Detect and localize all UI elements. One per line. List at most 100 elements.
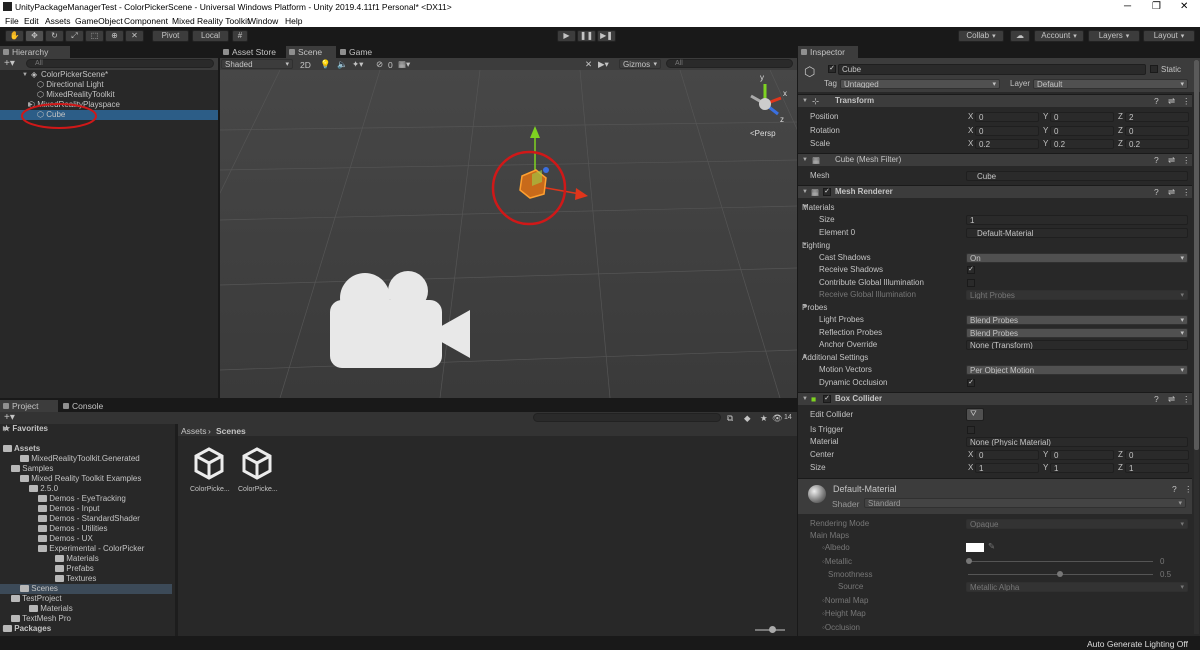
- tree-item[interactable]: ▼ Assets: [3, 444, 40, 454]
- help-icon[interactable]: ?: [1154, 394, 1159, 404]
- tree-item[interactable]: ▼ Mixed Reality Toolkit Examples: [20, 474, 141, 484]
- size-z[interactable]: 1: [1125, 463, 1189, 473]
- favorite-icon[interactable]: ★: [760, 413, 768, 424]
- light-probes-dropdown[interactable]: Blend Probes: [966, 315, 1188, 325]
- smoothness-thumb[interactable]: [1057, 571, 1063, 577]
- tree-item[interactable]: ▶ Packages: [3, 624, 51, 634]
- tab-console[interactable]: Console: [60, 400, 110, 412]
- tree-item[interactable]: ▶ TextMesh Pro: [11, 614, 71, 624]
- tab-project[interactable]: Project: [0, 400, 58, 412]
- help-icon[interactable]: ?: [1154, 96, 1159, 106]
- hierarchy-search-input[interactable]: All: [26, 59, 214, 68]
- metallic-value[interactable]: 0: [1160, 556, 1164, 567]
- project-search-input[interactable]: [533, 413, 721, 422]
- tree-favorites[interactable]: ▶ ★ Favorites: [3, 424, 48, 434]
- hierarchy-item[interactable]: ⬡ MixedRealityToolkit: [37, 90, 115, 100]
- scale-y[interactable]: 0.2: [1050, 139, 1114, 149]
- help-icon[interactable]: ?: [1154, 155, 1159, 165]
- tree-item[interactable]: ▶ Demos - Input: [38, 504, 99, 514]
- tab-game[interactable]: Game: [337, 46, 383, 58]
- cloud-button[interactable]: ☁: [1010, 30, 1030, 42]
- context-menu-icon[interactable]: ⋮: [1182, 96, 1191, 107]
- center-y[interactable]: 0: [1050, 450, 1114, 460]
- local-toggle[interactable]: Local: [192, 30, 229, 42]
- preset-icon[interactable]: ⇌: [1168, 187, 1175, 198]
- tree-item[interactable]: ▼ Experimental - ColorPicker: [38, 544, 144, 554]
- cast-shadows-dropdown[interactable]: On: [966, 253, 1188, 263]
- additional-settings-foldout[interactable]: ▼ Additional Settings: [802, 352, 868, 363]
- box-collider-enabled-checkbox[interactable]: ✓: [823, 395, 831, 403]
- tree-item[interactable]: Textures: [55, 574, 96, 584]
- active-checkbox[interactable]: ✓: [828, 65, 836, 73]
- step-button[interactable]: ▶❚: [597, 30, 616, 42]
- smoothness-value[interactable]: 0.5: [1160, 569, 1171, 580]
- audio-icon[interactable]: 🔈: [337, 59, 348, 70]
- rotate-tool-button[interactable]: ↻: [45, 30, 64, 42]
- grid-snap-button[interactable]: #: [232, 30, 248, 42]
- shader-dropdown[interactable]: Standard: [864, 498, 1186, 508]
- file-item[interactable]: ColorPicke...: [190, 446, 230, 496]
- element0-field[interactable]: Default-Material: [966, 228, 1188, 238]
- layout-dropdown[interactable]: Layout: [1143, 30, 1195, 42]
- preset-icon[interactable]: ⇌: [1168, 155, 1175, 166]
- minimize-icon[interactable]: ─: [1124, 1, 1131, 12]
- tree-item[interactable]: ▶ Demos - StandardShader: [38, 514, 140, 524]
- collab-dropdown[interactable]: Collab: [958, 30, 1004, 42]
- rect-tool-button[interactable]: ⬚: [85, 30, 104, 42]
- dynamic-occlusion-checkbox[interactable]: ✓: [967, 379, 975, 387]
- context-menu-icon[interactable]: ⋮: [1182, 394, 1191, 405]
- grid-icon[interactable]: ▦▾: [398, 59, 410, 70]
- tab-hierarchy[interactable]: Hierarchy: [0, 46, 70, 58]
- center-x[interactable]: 0: [975, 450, 1039, 460]
- gizmos-dropdown[interactable]: Gizmos: [619, 59, 661, 69]
- preset-icon[interactable]: ⇌: [1168, 96, 1175, 107]
- rotation-y[interactable]: 0: [1050, 126, 1114, 136]
- position-y[interactable]: 0: [1050, 112, 1114, 122]
- tree-item[interactable]: MixedRealityToolkit.Generated: [20, 454, 140, 464]
- center-z[interactable]: 0: [1125, 450, 1189, 460]
- scene-root[interactable]: ▼ ◈ ColorPickerScene*: [22, 70, 218, 80]
- create-icon[interactable]: +▾: [4, 412, 15, 423]
- tab-scene[interactable]: Scene: [286, 46, 336, 58]
- tree-item[interactable]: ▶ Demos - Utilities: [38, 524, 107, 534]
- menu-gameobject[interactable]: GameObject: [75, 16, 123, 26]
- mesh-field[interactable]: Cube: [966, 171, 1188, 181]
- splitter[interactable]: [175, 424, 178, 636]
- hidden-objects-icon[interactable]: ⊘: [376, 59, 383, 70]
- hand-tool-button[interactable]: ✋: [5, 30, 24, 42]
- rotation-z[interactable]: 0: [1125, 126, 1189, 136]
- tree-item[interactable]: ▼ 2.5.0: [29, 484, 58, 494]
- camera-icon[interactable]: ▶▾: [598, 59, 609, 70]
- tag-dropdown[interactable]: Untagged: [840, 79, 1000, 89]
- scene-viewport[interactable]: y x z <Persp: [220, 70, 797, 398]
- filter-label-icon[interactable]: ◆: [744, 413, 751, 424]
- mesh-renderer-enabled-checkbox[interactable]: ✓: [823, 188, 831, 196]
- status-text[interactable]: Auto Generate Lighting Off: [1087, 639, 1188, 649]
- size-x[interactable]: 1: [975, 463, 1039, 473]
- layer-dropdown[interactable]: Default: [1033, 79, 1188, 89]
- hidden-packages-icon[interactable]: 👁: [772, 413, 783, 424]
- help-icon[interactable]: ?: [1154, 187, 1159, 197]
- eyedropper-icon[interactable]: ✎: [988, 541, 995, 552]
- scale-tool-button[interactable]: ⤢: [65, 30, 84, 42]
- account-dropdown[interactable]: Account: [1034, 30, 1084, 42]
- tree-item[interactable]: ▼ Samples: [11, 464, 53, 474]
- play-button[interactable]: ▶: [557, 30, 576, 42]
- shading-mode-dropdown[interactable]: Shaded: [221, 59, 293, 69]
- position-x[interactable]: 0: [975, 112, 1039, 122]
- scale-z[interactable]: 0.2: [1125, 139, 1189, 149]
- context-menu-icon[interactable]: ⋮: [1184, 484, 1193, 495]
- object-name-input[interactable]: Cube: [838, 64, 1146, 75]
- receive-shadows-checkbox[interactable]: ✓: [967, 266, 975, 274]
- move-tool-button[interactable]: ✥: [25, 30, 44, 42]
- close-icon[interactable]: ✕: [1180, 1, 1188, 12]
- layers-dropdown[interactable]: Layers: [1088, 30, 1140, 42]
- box-collider-header[interactable]: ▼ ■ ✓ Box Collider ? ⇌ ⋮: [798, 392, 1192, 405]
- motion-vectors-dropdown[interactable]: Per Object Motion: [966, 365, 1188, 375]
- metallic-thumb[interactable]: [966, 558, 972, 564]
- size-y[interactable]: 1: [1050, 463, 1114, 473]
- menu-window[interactable]: Window: [248, 16, 278, 26]
- tools-icon[interactable]: ✕: [585, 59, 592, 70]
- static-checkbox[interactable]: [1150, 65, 1158, 73]
- breadcrumb-scenes[interactable]: Scenes: [216, 426, 246, 436]
